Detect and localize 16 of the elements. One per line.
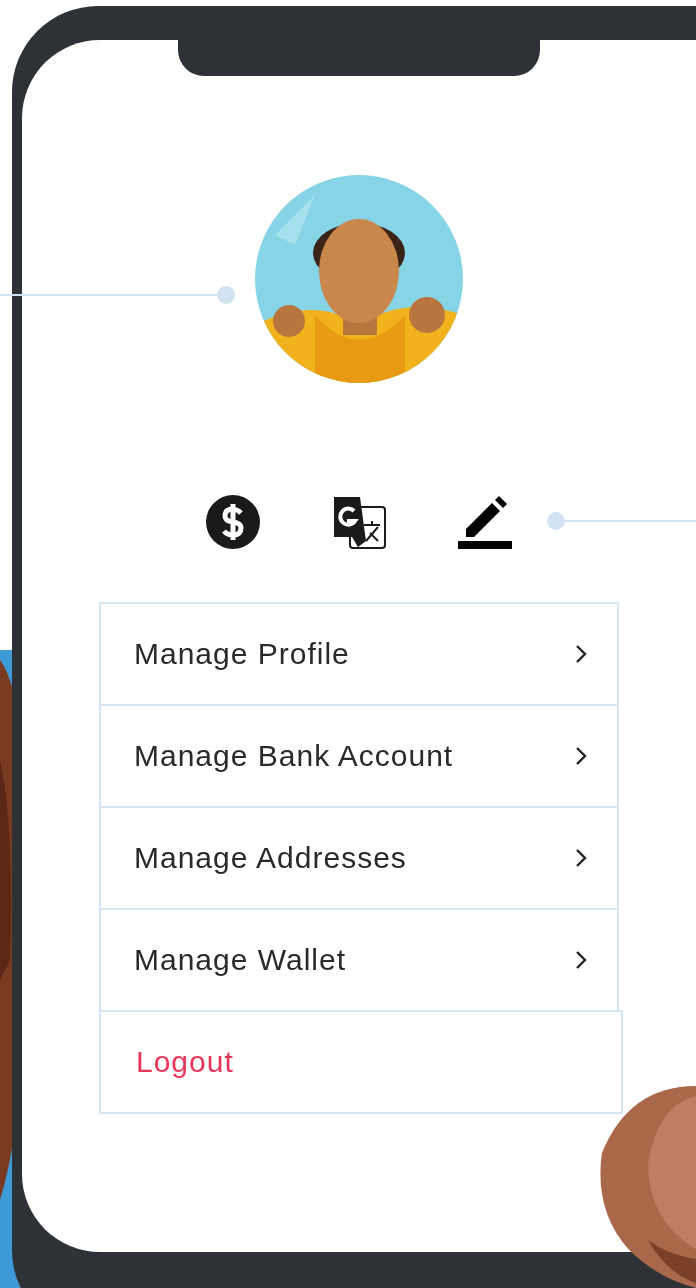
chevron-right-icon (575, 644, 587, 664)
menu-item-label: Manage Wallet (134, 943, 346, 977)
menu-item-label: Manage Profile (134, 637, 350, 671)
translate-icon[interactable] (332, 495, 386, 549)
menu-item-label: Manage Addresses (134, 841, 407, 875)
menu-item-label: Manage Bank Account (134, 739, 454, 773)
chevron-right-icon (575, 848, 587, 868)
menu-item[interactable]: Manage Wallet (99, 908, 619, 1012)
menu-item[interactable]: Manage Bank Account (99, 704, 619, 808)
dollar-icon[interactable] (206, 495, 260, 549)
chevron-right-icon (575, 950, 587, 970)
logout-button[interactable]: Logout (99, 1010, 623, 1114)
menu-item[interactable]: Manage Profile (99, 602, 619, 706)
chevron-right-icon (575, 746, 587, 766)
pencil-icon[interactable] (458, 495, 512, 549)
menu-item[interactable]: Manage Addresses (99, 806, 619, 910)
